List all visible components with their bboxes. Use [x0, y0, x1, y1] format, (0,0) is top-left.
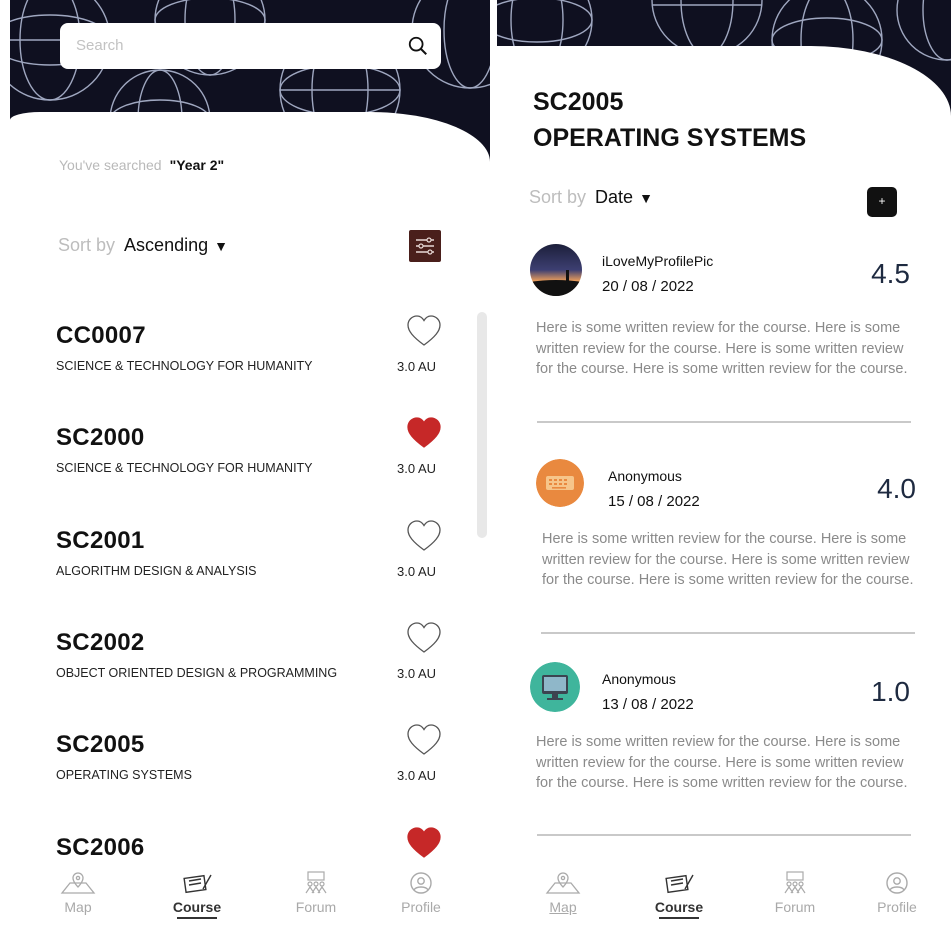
- heart-outline-icon[interactable]: [407, 520, 441, 552]
- divider: [537, 834, 911, 836]
- sunset-photo-avatar: [530, 244, 582, 296]
- course-icon: [665, 874, 694, 894]
- sort-label: Sort by: [529, 187, 587, 207]
- bottom-nav: Map Course Forum Profile: [10, 867, 490, 927]
- nav-map-label: Map: [64, 899, 92, 915]
- review-score: 1.0: [871, 676, 910, 707]
- nav-course[interactable]: Course: [157, 871, 237, 919]
- course-list-item[interactable]: SC2002 OBJECT ORIENTED DESIGN & PROGRAMMI…: [56, 622, 456, 709]
- nav-forum[interactable]: Forum: [276, 871, 356, 915]
- course-code: SC2001: [56, 527, 145, 554]
- sort-value[interactable]: Date: [595, 187, 633, 207]
- nav-map-label: Map: [549, 899, 577, 915]
- course-list-item[interactable]: CC0007 SCIENCE & TECHNOLOGY FOR HUMANITY 3…: [56, 315, 456, 402]
- forum-icon: [784, 871, 806, 894]
- search-query: "Year 2": [169, 157, 225, 173]
- course-search-screen: You've searched "Year 2" Sort by Ascendin…: [10, 0, 490, 927]
- active-tab-indicator: [659, 917, 699, 919]
- avatar: [530, 662, 580, 712]
- course-icon: [183, 874, 212, 894]
- keyboard-icon: [536, 459, 584, 507]
- search-bar[interactable]: [60, 23, 441, 69]
- profile-icon: [886, 872, 908, 894]
- avatar: [536, 459, 584, 507]
- nav-forum-label: Forum: [295, 899, 337, 915]
- nav-profile[interactable]: Profile: [857, 871, 937, 915]
- review-score: 4.5: [871, 258, 910, 289]
- course-title-heading: OPERATING SYSTEMS: [533, 124, 807, 152]
- course-name: OBJECT ORIENTED DESIGN & PROGRAMMING: [56, 666, 338, 680]
- nav-map[interactable]: Map: [38, 871, 118, 915]
- course-name: OPERATING SYSTEMS: [56, 768, 192, 782]
- course-list-item[interactable]: SC2000 SCIENCE & TECHNOLOGY FOR HUMANITY 3…: [56, 417, 456, 504]
- nav-map[interactable]: Map: [523, 871, 603, 915]
- nav-course[interactable]: Course: [639, 871, 719, 919]
- review-text: Here is some written review for the cour…: [542, 531, 914, 588]
- nav-profile-label: Profile: [877, 899, 917, 915]
- course-name: SCIENCE & TECHNOLOGY FOR HUMANITY: [56, 359, 313, 373]
- nav-profile-label: Profile: [401, 899, 441, 915]
- course-list-item[interactable]: SC2005 OPERATING SYSTEMS 3.0 AU: [56, 724, 456, 811]
- caret-down-icon[interactable]: ▼: [639, 190, 653, 206]
- forum-icon: [305, 871, 327, 894]
- review-username: Anonymous: [602, 671, 676, 687]
- course-code-heading: SC2005: [533, 88, 624, 116]
- heart-filled-icon[interactable]: [407, 417, 441, 449]
- map-icon: [545, 872, 581, 894]
- search-summary-prefix: You've searched: [59, 157, 162, 173]
- review-username: iLoveMyProfilePic: [602, 253, 714, 269]
- avatar: [530, 244, 582, 296]
- course-name: ALGORITHM DESIGN & ANALYSIS: [56, 564, 257, 578]
- heart-filled-icon[interactable]: [407, 827, 441, 859]
- review-date: 13 / 08 / 2022: [602, 696, 694, 713]
- bottom-nav: Map Course Forum Profile: [497, 867, 951, 927]
- course-code: SC2002: [56, 629, 145, 656]
- review-date: 15 / 08 / 2022: [608, 493, 700, 510]
- review-username: Anonymous: [608, 468, 682, 484]
- add-review-button[interactable]: +: [867, 187, 897, 217]
- sort-control[interactable]: Sort by Ascending ▼: [58, 235, 228, 256]
- nav-course-label: Course: [654, 899, 704, 915]
- course-code: SC2006: [56, 834, 145, 861]
- map-icon: [60, 872, 96, 894]
- course-au: 3.0 AU: [397, 461, 437, 476]
- heart-outline-icon[interactable]: [407, 724, 441, 756]
- caret-down-icon[interactable]: ▼: [214, 238, 228, 254]
- course-name: SCIENCE & TECHNOLOGY FOR HUMANITY: [56, 461, 313, 475]
- sort-label: Sort by: [58, 235, 116, 255]
- sort-value[interactable]: Ascending: [124, 235, 208, 255]
- heart-outline-icon[interactable]: [407, 315, 441, 347]
- review-score: 4.0: [877, 473, 916, 504]
- heart-outline-icon[interactable]: [407, 622, 441, 654]
- nav-profile[interactable]: Profile: [381, 871, 461, 915]
- course-au: 3.0 AU: [397, 564, 437, 579]
- active-tab-indicator: [177, 917, 217, 919]
- divider: [537, 421, 911, 423]
- course-au: 3.0 AU: [397, 666, 437, 681]
- scrollbar[interactable]: [477, 312, 487, 538]
- sort-control[interactable]: Sort by Date ▼: [529, 187, 653, 208]
- course-code: SC2005: [56, 731, 145, 758]
- course-code: CC0007: [56, 322, 146, 349]
- course-review-screen: SC2005 OPERATING SYSTEMS Sort by Date ▼ +…: [497, 0, 951, 927]
- nav-forum-label: Forum: [774, 899, 816, 915]
- review-date: 20 / 08 / 2022: [602, 278, 694, 295]
- nav-course-label: Course: [172, 899, 222, 915]
- course-list-item[interactable]: SC2001 ALGORITHM DESIGN & ANALYSIS 3.0 AU: [56, 520, 456, 607]
- search-input[interactable]: [74, 36, 378, 55]
- monitor-icon: [530, 662, 580, 712]
- course-au: 3.0 AU: [397, 359, 437, 374]
- profile-icon: [410, 872, 432, 894]
- review-text: Here is some written review for the cour…: [536, 320, 908, 377]
- review-text: Here is some written review for the cour…: [536, 734, 908, 791]
- course-code: SC2000: [56, 424, 145, 451]
- sliders-icon: [416, 237, 434, 255]
- nav-forum[interactable]: Forum: [755, 871, 835, 915]
- search-summary: You've searched "Year 2": [59, 157, 224, 173]
- course-au: 3.0 AU: [397, 768, 437, 783]
- divider: [541, 632, 915, 634]
- filter-button[interactable]: [409, 230, 441, 262]
- search-icon[interactable]: [407, 35, 429, 57]
